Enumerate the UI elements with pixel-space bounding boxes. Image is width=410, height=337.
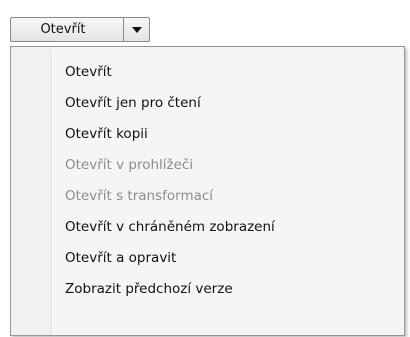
menu-item-open-in-browser: Otevřít v prohlížeči xyxy=(65,157,194,173)
menu-item-open-with-transform: Otevřít s transformací xyxy=(65,188,214,204)
menu-item-open[interactable]: Otevřít xyxy=(11,57,404,88)
open-button[interactable]: Otevřít xyxy=(10,17,123,42)
menu-item-open-and-repair[interactable]: Otevřít a opravit xyxy=(11,243,404,274)
open-options-menu: Otevřít Otevřít jen pro čtení Otevřít ko… xyxy=(10,46,405,336)
open-split-button[interactable]: Otevřít xyxy=(10,17,150,42)
menu-item-open-protected-view[interactable]: Otevřít v chráněném zobrazení xyxy=(11,212,404,243)
menu-item-open-read-only[interactable]: Otevřít jen pro čtení xyxy=(11,88,404,119)
menu-item-show-previous-versions[interactable]: Zobrazit předchozí verze xyxy=(11,274,404,305)
open-dropdown-button[interactable] xyxy=(124,17,150,42)
chevron-down-icon xyxy=(131,26,142,33)
menu-item-open-copy[interactable]: Otevřít kopii xyxy=(11,119,404,150)
menu-list: Otevřít Otevřít jen pro čtení Otevřít ko… xyxy=(11,57,404,305)
open-button-label: Otevřít xyxy=(40,22,86,37)
